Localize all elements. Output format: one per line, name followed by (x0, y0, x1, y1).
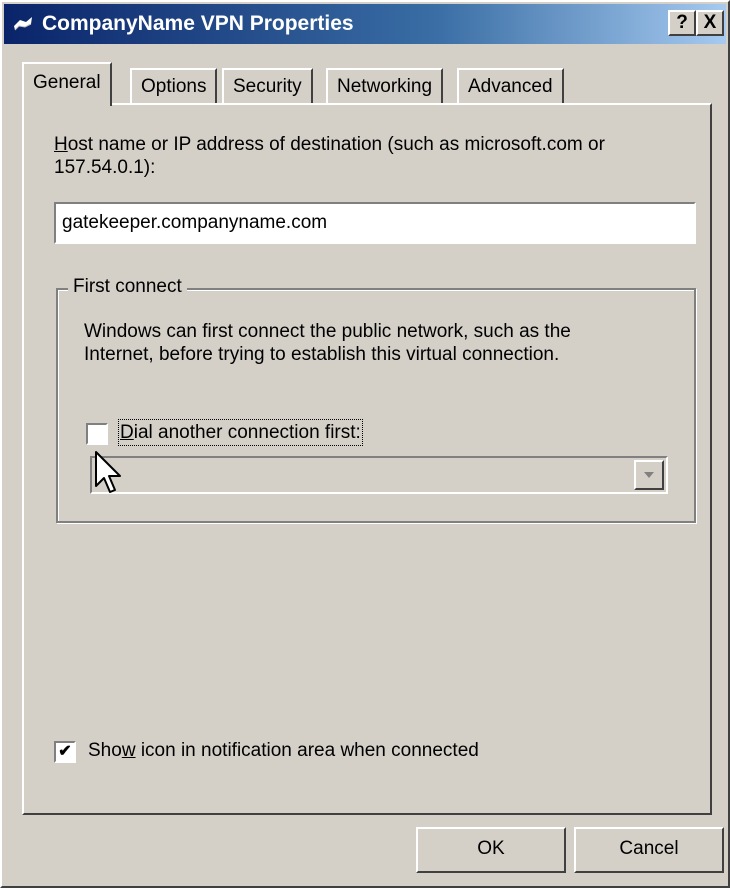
dial-first-text: ial another connection first: (133, 422, 361, 443)
first-connect-description: Windows can first connect the public net… (84, 320, 571, 366)
host-label: Host name or IP address of destination (… (54, 133, 605, 179)
host-label-text: ost name or IP address of destination (s… (67, 134, 605, 155)
show-icon-mnemonic: w (121, 740, 136, 761)
show-icon-checkbox[interactable]: ✔ (54, 741, 76, 763)
dial-first-label[interactable]: Dial another connection first: (118, 419, 363, 446)
description-line2: Internet, before trying to establish thi… (84, 344, 560, 365)
show-icon-text-end: icon in notification area when connected (135, 740, 479, 761)
tab-options[interactable]: Options (130, 68, 218, 104)
show-icon-label[interactable]: Show icon in notification area when conn… (88, 739, 479, 762)
dial-first-mnemonic: D (120, 422, 134, 443)
network-connection-icon (14, 17, 32, 31)
host-input[interactable]: gatekeeper.companyname.com (54, 202, 696, 244)
general-tab-panel: Host name or IP address of destination (… (22, 103, 712, 815)
description-line1: Windows can first connect the public net… (84, 321, 571, 342)
show-icon-text-start: Sho (88, 740, 122, 761)
ok-button[interactable]: OK (416, 827, 566, 873)
window-title: CompanyName VPN Properties (42, 12, 354, 35)
cancel-button[interactable]: Cancel (574, 827, 724, 873)
dropdown-button[interactable] (634, 460, 664, 490)
tab-security[interactable]: Security (222, 68, 313, 104)
help-button[interactable]: ? (668, 10, 696, 36)
tab-general[interactable]: General (22, 62, 112, 106)
host-label-mnemonic: H (54, 134, 68, 155)
tab-advanced[interactable]: Advanced (457, 68, 564, 104)
close-button[interactable]: X (696, 10, 724, 36)
chevron-down-icon (644, 472, 654, 478)
dial-first-checkbox[interactable] (86, 423, 108, 445)
connection-dropdown[interactable] (90, 456, 668, 494)
checkmark-icon: ✔ (58, 743, 72, 760)
tab-networking[interactable]: Networking (326, 68, 444, 104)
mouse-pointer-icon (95, 451, 121, 493)
host-label-line2: 157.54.0.1): (54, 157, 156, 178)
first-connect-legend: First connect (68, 276, 187, 298)
properties-dialog: CompanyName VPN Properties ? X General O… (0, 0, 730, 888)
title-bar[interactable]: CompanyName VPN Properties ? X (4, 4, 726, 44)
